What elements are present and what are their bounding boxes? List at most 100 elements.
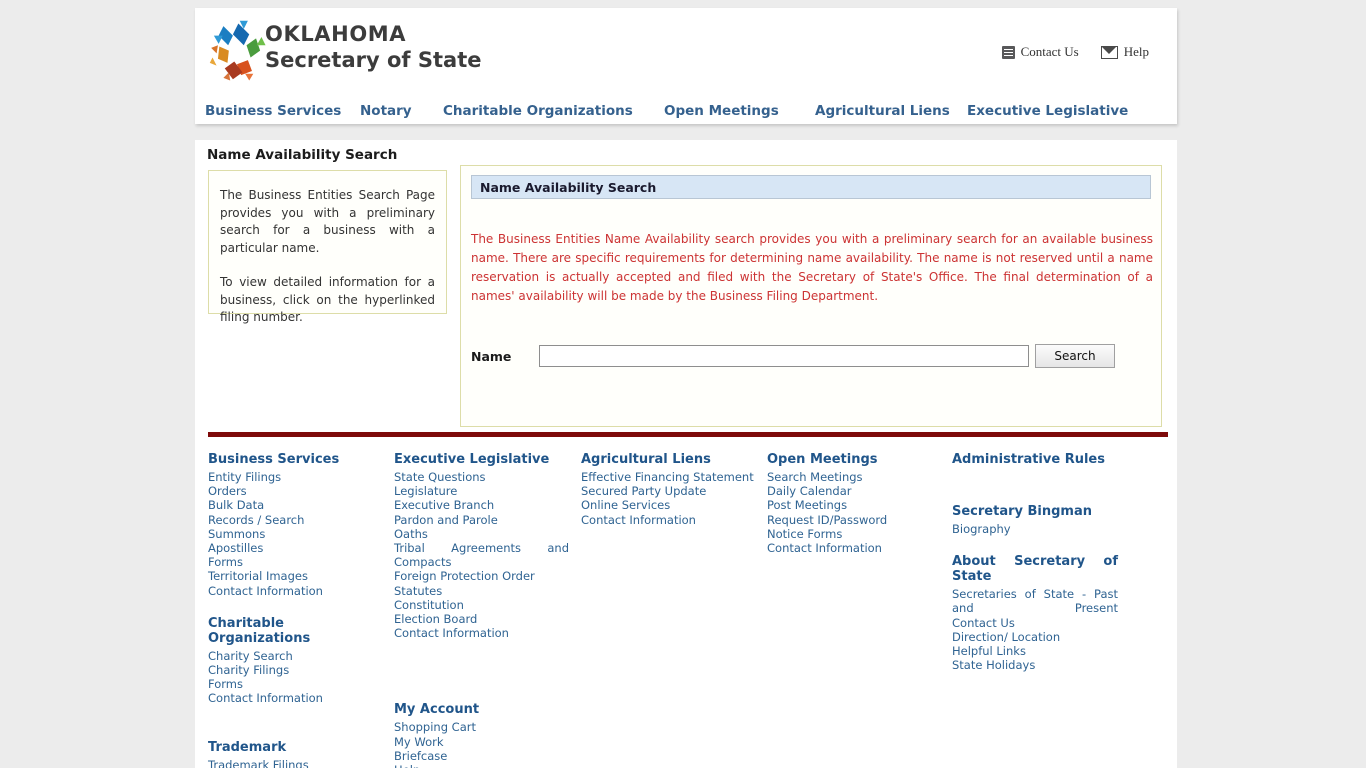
footer-link-charity-filings[interactable]: Charity Filings [208,663,378,677]
footer-link-shopping-cart[interactable]: Shopping Cart [394,720,569,734]
footer-link-biography[interactable]: Biography [952,522,1118,536]
footer-heading-trademark[interactable]: Trademark [208,740,378,755]
footer-link-statutes[interactable]: Statutes [394,584,569,598]
footer-link-summons[interactable]: Summons [208,527,378,541]
brand-line-2: Secretary of State [265,48,482,72]
footer-heading-administrative-rules[interactable]: Administrative Rules [952,452,1118,467]
footer-heading-charitable-organizations[interactable]: Charitable Organizations [208,616,310,646]
search-form: Name Search [471,344,1153,368]
info-panel: The Business Entities Search Page provid… [208,170,447,324]
footer-link-charity-forms[interactable]: Forms [208,677,378,691]
footer-link-post-meetings[interactable]: Post Meetings [767,498,937,512]
contact-us-link[interactable]: Contact Us [1001,44,1079,60]
search-panel-heading: Name Availability Search [471,175,1151,199]
footer-link-exec-contact-information[interactable]: Contact Information [394,626,569,640]
footer-column-executive-legislative: Executive Legislative State Questions Le… [394,452,569,768]
footer-spacer [208,706,378,740]
footer-heading-business-services[interactable]: Business Services [208,452,378,467]
footer-link-briefcase[interactable]: Briefcase [394,749,569,763]
footer-link-ag-contact-information[interactable]: Contact Information [581,513,756,527]
footer-link-entity-filings[interactable]: Entity Filings [208,470,378,484]
footer-spacer [952,470,1118,504]
oklahoma-pinwheel-logo-icon[interactable] [203,18,271,86]
brand-wordmark: OKLAHOMA Secretary of State [265,24,481,71]
footer-link-secretaries-of-state-past-and-present[interactable]: Secretaries of State - Past and Present [952,587,1118,615]
footer-column-agricultural-liens: Agricultural Liens Effective Financing S… [581,452,756,527]
footer-link-bulk-data[interactable]: Bulk Data [208,498,378,512]
footer-link-contact-information[interactable]: Contact Information [208,584,378,598]
footer-heading-open-meetings[interactable]: Open Meetings [767,452,937,467]
nav-item-notary[interactable]: Notary [360,103,412,119]
footer-link-election-board[interactable]: Election Board [394,612,569,626]
footer-column-business-services: Business Services Entity Filings Orders … [208,452,378,768]
footer-column-open-meetings: Open Meetings Search Meetings Daily Cale… [767,452,937,555]
info-paragraph-2: To view detailed information for a busin… [220,275,435,324]
footer-link-direction-location[interactable]: Direction/ Location [952,630,1118,644]
footer-link-my-work[interactable]: My Work [394,735,569,749]
nav-item-executive-legislative[interactable]: Executive Legislative [967,103,1128,119]
footer-spacer [208,598,378,616]
footer-link-daily-calendar[interactable]: Daily Calendar [767,484,937,498]
footer-link-about-contact-us[interactable]: Contact Us [952,616,1118,630]
footer-link-charity-contact-information[interactable]: Contact Information [208,691,378,705]
page-root: OKLAHOMA Secretary of State Contact Us H… [0,0,1366,768]
nav-item-agricultural-liens[interactable]: Agricultural Liens [815,103,950,119]
search-button[interactable]: Search [1035,344,1115,368]
site-footer: Business Services Entity Filings Orders … [208,452,1168,768]
footer-link-my-account-help[interactable]: Help [394,763,569,768]
brand-line-1: OKLAHOMA [265,22,407,46]
search-panel-heading-label: Name Availability Search [480,179,657,195]
footer-link-trademark-filings[interactable]: Trademark Filings [208,758,378,768]
footer-link-apostilles[interactable]: Apostilles [208,541,378,555]
footer-column-administrative-rules: Administrative Rules Secretary Bingman B… [952,452,1118,672]
footer-link-request-id-password[interactable]: Request ID/Password [767,513,937,527]
name-search-input[interactable] [539,345,1029,367]
footer-link-territorial-images[interactable]: Territorial Images [208,569,378,583]
footer-link-charity-search[interactable]: Charity Search [208,649,378,663]
footer-spacer [952,536,1118,554]
info-paragraph-1: The Business Entities Search Page provid… [220,188,435,255]
nav-item-open-meetings[interactable]: Open Meetings [664,103,779,119]
footer-heading-agricultural-liens[interactable]: Agricultural Liens [581,452,756,467]
footer-link-constitution[interactable]: Constitution [394,598,569,612]
footer-heading-secretary-bingman[interactable]: Secretary Bingman [952,504,1118,519]
footer-link-oaths[interactable]: Oaths [394,527,569,541]
footer-link-executive-branch[interactable]: Executive Branch [394,498,569,512]
nav-item-charitable-organizations[interactable]: Charitable Organizations [443,103,633,119]
footer-link-online-services[interactable]: Online Services [581,498,756,512]
footer-link-search-meetings[interactable]: Search Meetings [767,470,937,484]
footer-heading-executive-legislative[interactable]: Executive Legislative [394,452,569,467]
footer-link-notice-forms[interactable]: Notice Forms [767,527,937,541]
footer-link-helpful-links[interactable]: Helpful Links [952,644,1118,658]
contact-us-label: Contact Us [1020,44,1079,59]
footer-link-effective-financing-statement[interactable]: Effective Financing Statement [581,470,756,484]
utility-links: Contact Us Help [1001,44,1149,60]
footer-link-forms[interactable]: Forms [208,555,378,569]
name-field-label: Name [471,348,512,364]
help-label: Help [1123,44,1149,59]
footer-divider [208,432,1168,437]
footer-link-orders[interactable]: Orders [208,484,378,498]
nav-item-business-services[interactable]: Business Services [205,103,341,119]
content-area: Name Availability Search The Business En… [195,140,1177,768]
footer-link-tribal-agreements-and-compacts[interactable]: Tribal Agreements and Compacts [394,541,569,569]
footer-heading-my-account[interactable]: My Account [394,702,569,717]
site-header: OKLAHOMA Secretary of State Contact Us H… [195,8,1177,124]
footer-link-state-questions[interactable]: State Questions [394,470,569,484]
search-panel: Name Availability Search The Business En… [460,165,1162,427]
page-title: Name Availability Search [207,147,398,163]
footer-link-state-holidays[interactable]: State Holidays [952,658,1118,672]
footer-link-secured-party-update[interactable]: Secured Party Update [581,484,756,498]
footer-heading-about-secretary-of-state[interactable]: About Secretary of State [952,554,1118,584]
main-nav: Business Services Notary Charitable Orga… [195,98,1177,124]
form-icon [1001,45,1015,59]
envelope-icon [1100,45,1118,59]
footer-link-records-search[interactable]: Records / Search [208,513,378,527]
footer-link-foreign-protection-order[interactable]: Foreign Protection Order [394,569,569,583]
search-notice-text: The Business Entities Name Availability … [471,232,1153,303]
footer-link-legislature[interactable]: Legislature [394,484,569,498]
footer-spacer [394,640,569,702]
help-link[interactable]: Help [1100,44,1149,60]
footer-link-pardon-and-parole[interactable]: Pardon and Parole [394,513,569,527]
footer-link-om-contact-information[interactable]: Contact Information [767,541,937,555]
